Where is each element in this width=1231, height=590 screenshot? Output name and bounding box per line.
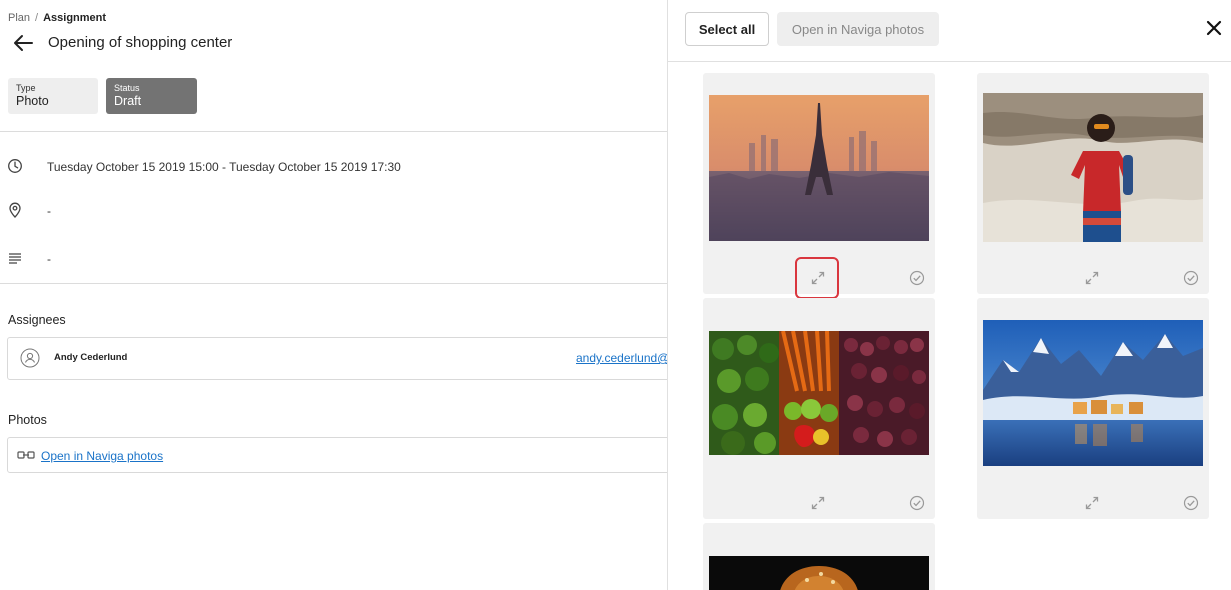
- photo-tile[interactable]: [977, 298, 1209, 519]
- photo-tile[interactable]: [703, 73, 935, 299]
- location-row: -: [0, 202, 667, 222]
- clock-icon: [8, 159, 22, 173]
- type-tag-label: Type: [16, 83, 36, 93]
- photo-thumbnail-mountain-village[interactable]: [983, 320, 1203, 466]
- check-circle-icon[interactable]: [909, 270, 925, 286]
- photos-heading: Photos: [8, 413, 47, 427]
- type-tag-value: Photo: [16, 94, 49, 108]
- breadcrumb-separator: /: [35, 12, 39, 24]
- highlight-box: [795, 257, 839, 299]
- assignees-heading: Assignees: [8, 313, 66, 327]
- photo-thumbnail-vegetables[interactable]: [709, 331, 929, 455]
- status-tag-value: Draft: [114, 94, 142, 108]
- text-lines-icon: [9, 253, 21, 264]
- select-all-button[interactable]: Select all: [685, 12, 769, 46]
- close-icon[interactable]: [1206, 20, 1222, 36]
- photo-thumbnail-woman-desert[interactable]: [983, 93, 1203, 242]
- check-circle-icon[interactable]: [1183, 270, 1199, 286]
- open-in-naviga-photos-link[interactable]: Open in Naviga photos: [41, 449, 163, 463]
- assignee-card: Andy Cederlund andy.cederlund@: [7, 337, 667, 380]
- type-tag: Type Photo: [8, 78, 98, 114]
- datetime-row: Tuesday October 15 2019 15:00 - Tuesday …: [0, 158, 667, 178]
- assignee-email-link[interactable]: andy.cederlund@: [576, 351, 667, 365]
- photos-card: Open in Naviga photos: [7, 437, 667, 473]
- photo-thumbnail-food[interactable]: [709, 556, 929, 590]
- check-circle-icon[interactable]: [1183, 495, 1199, 511]
- status-tag: Status Draft: [106, 78, 197, 114]
- expand-icon[interactable]: [1084, 495, 1100, 511]
- picker-toolbar: Select all Open in Naviga photos: [668, 0, 1231, 62]
- breadcrumb-plan[interactable]: Plan: [8, 12, 30, 24]
- check-circle-icon[interactable]: [909, 495, 925, 511]
- status-tag-label: Status: [114, 83, 140, 93]
- expand-icon[interactable]: [810, 495, 826, 511]
- photo-tile[interactable]: [977, 73, 1209, 294]
- description-row: -: [0, 250, 667, 270]
- breadcrumb-assignment: Assignment: [43, 12, 107, 24]
- back-arrow-icon[interactable]: [13, 34, 33, 52]
- open-in-naviga-photos-button[interactable]: Open in Naviga photos: [777, 12, 939, 46]
- divider: [0, 131, 667, 132]
- link-icon: [17, 451, 35, 459]
- divider: [0, 283, 667, 284]
- photo-picker-panel: Select all Open in Naviga photos: [667, 0, 1231, 590]
- expand-icon[interactable]: [1084, 270, 1100, 286]
- avatar-icon: [20, 348, 40, 368]
- page-title: Opening of shopping center: [48, 34, 233, 51]
- photo-grid: [668, 62, 1231, 590]
- photo-thumbnail-eiffel-tower[interactable]: [709, 95, 929, 241]
- photo-tile[interactable]: [703, 298, 935, 519]
- location-pin-icon: [9, 202, 21, 218]
- description-text: -: [47, 252, 51, 266]
- datetime-text: Tuesday October 15 2019 15:00 - Tuesday …: [47, 160, 401, 174]
- breadcrumb: Plan / Assignment: [8, 12, 106, 24]
- location-text: -: [47, 204, 51, 218]
- photo-tile[interactable]: [703, 523, 935, 590]
- assignment-detail-panel: Plan / Assignment Opening of shopping cent…: [0, 0, 667, 590]
- assignee-name: Andy Cederlund: [54, 352, 128, 363]
